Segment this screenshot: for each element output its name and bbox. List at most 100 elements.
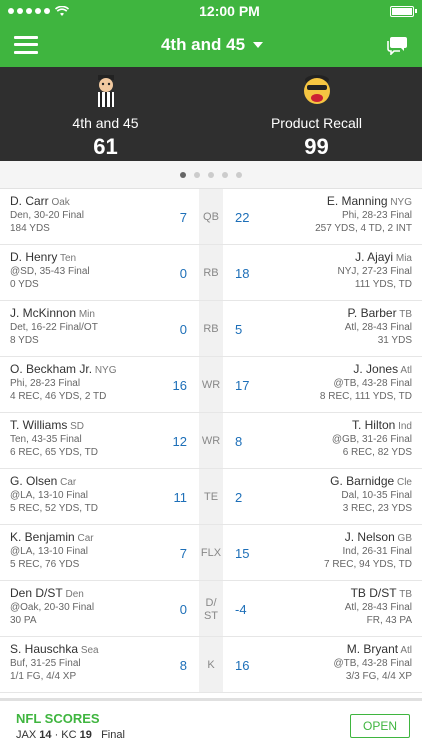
away-team-name: Product Recall xyxy=(270,115,363,131)
player-name: J. Nelson xyxy=(344,530,395,544)
player-team: SD xyxy=(70,421,85,432)
league-selector[interactable]: 4th and 45 xyxy=(161,35,264,55)
matchup-row[interactable]: K. Benjamin Car @LA, 13-10 Final 5 REC, 76… xyxy=(0,525,422,581)
position-label: WR xyxy=(199,413,223,468)
player-team: Atl xyxy=(400,365,412,376)
right-player[interactable]: P. Barber TB Atl, 28-43 Final 31 YDS xyxy=(263,301,422,356)
player-game: Phi, 28-23 Final xyxy=(10,378,81,389)
player-stats: 5 REC, 76 YDS xyxy=(10,559,80,570)
nfl-game-score: JAX 14 · KC 19 Final xyxy=(16,729,125,741)
left-player[interactable]: D. Carr Oak Den, 30-20 Final 184 YDS xyxy=(0,189,159,244)
left-player[interactable]: S. Hauschka Sea Buf, 31-25 Final 1/1 FG, 4… xyxy=(0,637,159,692)
page-dot[interactable] xyxy=(194,171,200,178)
player-name: J. McKinnon xyxy=(10,306,77,320)
right-points: 18 xyxy=(235,266,250,281)
left-player[interactable]: K. Benjamin Car @LA, 13-10 Final 5 REC, 76… xyxy=(0,525,159,580)
player-stats: 6 REC, 65 YDS, TD xyxy=(10,447,98,458)
left-points: 16 xyxy=(172,378,187,393)
right-player[interactable]: TB D/ST TB Atl, 28-43 Final FR, 43 PA xyxy=(263,581,422,636)
page-dot[interactable] xyxy=(236,171,242,178)
player-name: T. Hilton xyxy=(351,418,396,432)
page-indicator[interactable] xyxy=(0,161,422,189)
player-stats: 3/3 FG, 4/4 XP xyxy=(345,671,412,682)
left-points: 0 xyxy=(179,322,187,337)
team-avatar-referee-icon xyxy=(97,75,114,107)
matchup-row[interactable]: Den D/ST Den @Oak, 20-30 Final 30 PA 0 D/ ST… xyxy=(0,581,422,637)
player-name: J. Jones xyxy=(353,362,399,376)
right-points: 16 xyxy=(235,658,250,673)
away-team[interactable]: Product Recall 99 xyxy=(211,67,422,161)
menu-icon[interactable] xyxy=(14,35,38,54)
player-game: Dal, 10-35 Final xyxy=(341,490,412,501)
matchup-row[interactable]: T. Williams SD Ten, 43-35 Final 6 REC, 65 … xyxy=(0,413,422,469)
player-name: M. Bryant xyxy=(346,642,399,656)
left-player[interactable]: Den D/ST Den @Oak, 20-30 Final 30 PA xyxy=(0,581,159,636)
page-dot[interactable] xyxy=(180,171,186,178)
player-name: D. Carr xyxy=(10,194,49,208)
home-team[interactable]: 4th and 45 61 xyxy=(0,67,211,161)
matchup-row[interactable]: D. Henry Ten @SD, 35-43 Final 0 YDS 0 RB 18 J.… xyxy=(0,245,422,301)
right-player[interactable]: T. Hilton Ind @GB, 31-26 Final 6 REC, 82 Y… xyxy=(263,413,422,468)
player-name: TB D/ST xyxy=(350,586,397,600)
matchup-row[interactable]: D. Carr Oak Den, 30-20 Final 184 YDS 7 QB 22 E… xyxy=(0,189,422,245)
player-team: Oak xyxy=(51,197,70,208)
chat-icon[interactable] xyxy=(386,35,408,55)
right-player[interactable]: M. Bryant Atl @TB, 43-28 Final 3/3 FG, 4/4… xyxy=(263,637,422,692)
player-game: Det, 16-22 Final/OT xyxy=(10,322,98,333)
player-team: NYG xyxy=(390,197,412,208)
right-points: 8 xyxy=(235,434,243,449)
left-player[interactable]: T. Williams SD Ten, 43-35 Final 6 REC, 65 … xyxy=(0,413,159,468)
left-player[interactable]: G. Olsen Car @LA, 13-10 Final 5 REC, 52 YD… xyxy=(0,469,159,524)
matchup-row[interactable]: G. Olsen Car @LA, 13-10 Final 5 REC, 52 YD… xyxy=(0,469,422,525)
right-player[interactable]: E. Manning NYG Phi, 28-23 Final 257 YDS, 4… xyxy=(263,189,422,244)
player-team: TB xyxy=(399,589,412,600)
player-name: S. Hauschka xyxy=(10,642,79,656)
right-player[interactable]: G. Barnidge Cle Dal, 10-35 Final 3 REC, 23… xyxy=(263,469,422,524)
player-team: Mia xyxy=(395,253,412,264)
score-separator: · xyxy=(54,728,59,741)
player-game: Atl, 28-43 Final xyxy=(344,322,412,333)
status-time: 12:00 PM xyxy=(199,3,260,19)
position-label: K xyxy=(199,637,223,692)
home-team-abbr: KC xyxy=(61,728,77,741)
matchup-row[interactable]: J. McKinnon Min Det, 16-22 Final/OT 8 YDS 0… xyxy=(0,301,422,357)
left-player[interactable]: O. Beckham Jr. NYG Phi, 28-23 Final 4 REC,… xyxy=(0,357,159,412)
right-points: 17 xyxy=(235,378,250,393)
player-stats: 3 REC, 23 YDS xyxy=(342,503,412,514)
nfl-scores-title: NFL SCORES xyxy=(16,710,100,726)
right-player[interactable]: J. Nelson GB Ind, 26-31 Final 7 REC, 94 YD… xyxy=(263,525,422,580)
left-player[interactable]: J. McKinnon Min Det, 16-22 Final/OT 8 YDS xyxy=(0,301,159,356)
left-points: 0 xyxy=(179,266,187,281)
right-player[interactable]: J. Ajayi Mia NYJ, 27-23 Final 111 YDS, TD xyxy=(263,245,422,300)
nav-bar: 4th and 45 xyxy=(0,22,422,67)
player-name: T. Williams xyxy=(10,418,68,432)
position-label: WR xyxy=(199,357,223,412)
player-team: Ten xyxy=(59,253,77,264)
player-game: @GB, 31-26 Final xyxy=(331,434,412,445)
matchup-row[interactable]: S. Hauschka Sea Buf, 31-25 Final 1/1 FG, 4… xyxy=(0,637,422,693)
left-player[interactable]: D. Henry Ten @SD, 35-43 Final 0 YDS xyxy=(0,245,159,300)
right-player[interactable]: J. Jones Atl @TB, 43-28 Final 8 REC, 111 Y… xyxy=(263,357,422,412)
player-name: P. Barber xyxy=(347,306,397,320)
player-game: Buf, 31-25 Final xyxy=(10,658,81,669)
player-game: @TB, 43-28 Final xyxy=(333,378,412,389)
right-points: 15 xyxy=(235,546,250,561)
player-name: J. Ajayi xyxy=(355,250,394,264)
away-team-abbr: JAX xyxy=(16,728,37,741)
player-team: Min xyxy=(78,309,95,320)
player-game: @SD, 35-43 Final xyxy=(10,266,90,277)
team-avatar-face-icon xyxy=(303,75,330,104)
matchup-row[interactable]: O. Beckham Jr. NYG Phi, 28-23 Final 4 REC,… xyxy=(0,357,422,413)
page-dot[interactable] xyxy=(208,171,214,178)
nfl-scores-bar[interactable]: NFL SCORES JAX 14 · KC 19 Final OPEN xyxy=(0,698,422,750)
right-points: 2 xyxy=(235,490,243,505)
player-team: Car xyxy=(77,533,94,544)
position-label: D/ ST xyxy=(199,581,223,636)
player-team: Den xyxy=(65,589,84,600)
left-points: 11 xyxy=(173,490,188,505)
page-dot[interactable] xyxy=(222,171,228,178)
open-button[interactable]: OPEN xyxy=(349,713,410,738)
player-team: NYG xyxy=(94,365,117,376)
player-stats: 31 YDS xyxy=(377,335,412,346)
left-points: 7 xyxy=(179,210,187,225)
